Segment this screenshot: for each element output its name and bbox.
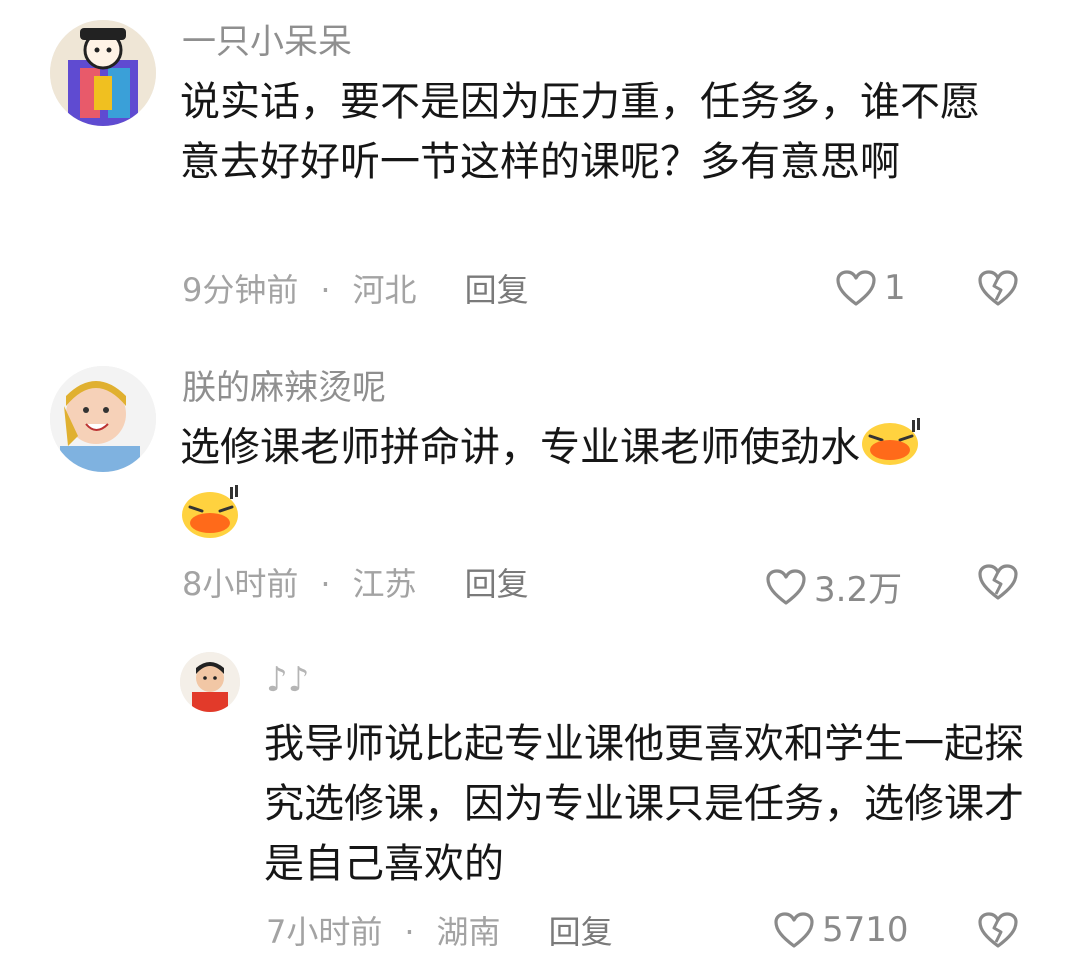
laughing-duck-emoji — [180, 483, 242, 558]
reply-button[interactable]: 回复 — [549, 912, 613, 952]
avatar[interactable] — [50, 20, 156, 126]
heart-outline-icon — [766, 568, 806, 605]
separator: · — [404, 913, 415, 951]
timestamp: 7小时前 — [266, 913, 383, 951]
dislike-button[interactable] — [976, 910, 1020, 954]
username[interactable]: 一只小呆呆 — [182, 22, 352, 62]
avatar[interactable] — [50, 366, 156, 472]
broken-heart-icon — [978, 270, 1018, 306]
username[interactable]: ♪♪ — [266, 660, 309, 700]
like-count: 1 — [884, 268, 906, 308]
comment-text: 选修课老师拼命讲，专业课老师使劲水 — [180, 424, 860, 471]
comment-text: 说实话，要不是因为压力重，任务多，谁不愿意去好好听一节这样的课呢？多有意思啊 — [180, 79, 980, 185]
comment-text-block: 选修课老师拼命讲，专业课老师使劲水 — [180, 416, 1020, 558]
laughing-duck-emoji — [860, 416, 922, 483]
timestamp: 9分钟前 — [182, 271, 299, 309]
avatar[interactable] — [180, 652, 240, 712]
broken-heart-icon — [978, 564, 1018, 600]
like-count: 3.2万 — [814, 570, 903, 610]
heart-outline-icon — [836, 270, 876, 306]
heart-outline-icon — [774, 912, 814, 948]
separator: · — [320, 565, 331, 603]
separator: · — [320, 271, 331, 309]
like-button[interactable]: 3.2万 — [764, 562, 902, 611]
like-count: 5710 — [822, 910, 909, 950]
comment-meta: 8小时前 · 江苏 回复 — [182, 564, 529, 604]
like-button[interactable]: 5710 — [772, 910, 909, 950]
comment-meta: 9分钟前 · 河北 回复 — [182, 270, 529, 310]
comment-meta: 7小时前 · 湖南 回复 — [266, 912, 613, 952]
broken-heart-icon — [978, 912, 1018, 948]
reply-button[interactable]: 回复 — [465, 564, 529, 604]
username[interactable]: 朕的麻辣烫呢 — [182, 368, 386, 408]
like-button[interactable]: 1 — [834, 268, 906, 308]
reply-button[interactable]: 回复 — [465, 270, 529, 310]
timestamp: 8小时前 — [182, 565, 299, 603]
dislike-button[interactable] — [976, 562, 1020, 606]
location: 河北 — [352, 271, 417, 309]
dislike-button[interactable] — [976, 268, 1020, 312]
location: 湖南 — [436, 913, 501, 951]
comment-text: 我导师说比起专业课他更喜欢和学生一起探究选修课，因为专业课只是任务，选修课才是自… — [264, 721, 1024, 887]
location: 江苏 — [352, 565, 417, 603]
